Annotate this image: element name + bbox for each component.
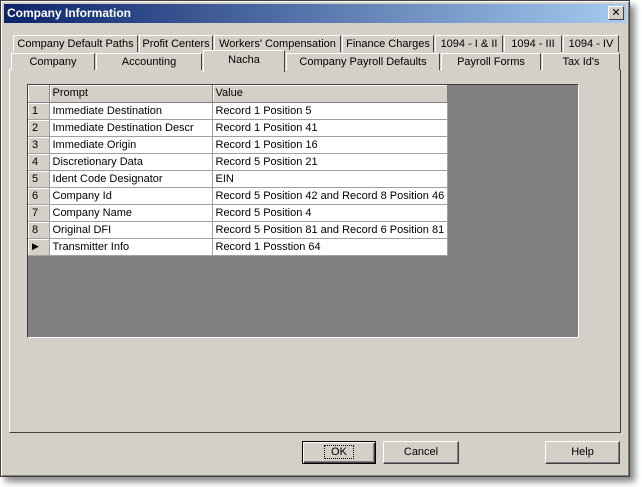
table-row[interactable]: 6 Company Id Record 5 Position 42 and Re… <box>28 187 449 205</box>
close-icon: ✕ <box>611 7 621 19</box>
prompt-cell[interactable]: Company Id <box>49 187 213 205</box>
value-cell[interactable]: Record 5 Position 21 <box>212 153 449 171</box>
prompt-cell[interactable]: Immediate Destination <box>49 102 213 120</box>
table-row[interactable]: 3 Immediate Origin Record 1 Position 16 <box>28 136 449 154</box>
row-number[interactable]: 6 <box>28 187 50 205</box>
table-row[interactable]: 5 Ident Code Designator EIN <box>28 170 449 188</box>
tab-1094-iv[interactable]: 1094 - IV <box>563 35 619 52</box>
tab-profit-centers[interactable]: Profit Centers <box>139 35 213 52</box>
tab-nacha[interactable]: Nacha <box>203 50 285 72</box>
grid-header-row: Prompt Value <box>28 85 449 103</box>
tab-company-default-paths[interactable]: Company Default Paths <box>13 35 138 52</box>
table-row-current[interactable]: ▶ Transmitter Info Record 1 Posstion 64 <box>28 238 449 256</box>
tab-row-back: Company Default Paths Profit Centers Wor… <box>9 35 621 52</box>
ok-button[interactable]: OK <box>302 441 376 464</box>
prompt-cell[interactable]: Discretionary Data <box>49 153 213 171</box>
tab-company[interactable]: Company <box>11 53 95 70</box>
row-number[interactable]: 4 <box>28 153 50 171</box>
prompt-cell[interactable]: Company Name <box>49 204 213 222</box>
grid-corner-cell <box>28 85 50 103</box>
table-row[interactable]: 7 Company Name Record 5 Position 4 <box>28 204 449 222</box>
tab-payroll-forms[interactable]: Payroll Forms <box>441 53 541 70</box>
nacha-tab-panel: Prompt Value 1 Immediate Destination Rec… <box>9 69 621 433</box>
value-cell[interactable]: Record 1 Position 16 <box>212 136 449 154</box>
tab-accounting[interactable]: Accounting <box>96 53 202 70</box>
prompt-cell[interactable]: Original DFI <box>49 221 213 239</box>
tab-tax-ids[interactable]: Tax Id's <box>542 53 620 70</box>
cancel-button[interactable]: Cancel <box>383 441 459 464</box>
tab-1094-iii[interactable]: 1094 - III <box>504 35 562 52</box>
table-row[interactable]: 8 Original DFI Record 5 Position 81 and … <box>28 221 449 239</box>
value-cell[interactable]: Record 1 Position 5 <box>212 102 449 120</box>
column-header-prompt[interactable]: Prompt <box>49 85 213 103</box>
tab-finance-charges[interactable]: Finance Charges <box>342 35 434 52</box>
value-cell[interactable]: Record 1 Position 41 <box>212 119 449 137</box>
column-header-value[interactable]: Value <box>212 85 449 103</box>
table-row[interactable]: 1 Immediate Destination Record 1 Positio… <box>28 102 449 120</box>
company-information-dialog: Company Information ✕ Company Default Pa… <box>0 0 630 477</box>
value-cell[interactable]: Record 5 Position 81 and Record 6 Positi… <box>212 221 449 239</box>
value-cell[interactable]: Record 1 Posstion 64 <box>212 238 449 256</box>
value-cell[interactable]: Record 5 Position 4 <box>212 204 449 222</box>
prompt-cell[interactable]: Ident Code Designator <box>49 170 213 188</box>
nacha-grid-area: Prompt Value 1 Immediate Destination Rec… <box>27 84 579 338</box>
close-button[interactable]: ✕ <box>608 6 624 20</box>
row-number[interactable]: 3 <box>28 136 50 154</box>
tab-row-front: Company Accounting Nacha Company Payroll… <box>9 50 621 72</box>
nacha-grid: Prompt Value 1 Immediate Destination Rec… <box>28 85 449 256</box>
window-title: Company Information <box>7 6 132 20</box>
row-number[interactable]: 7 <box>28 204 50 222</box>
row-number[interactable]: 1 <box>28 102 50 120</box>
table-row[interactable]: 2 Immediate Destination Descr Record 1 P… <box>28 119 449 137</box>
row-number[interactable]: 2 <box>28 119 50 137</box>
tab-1094-i-ii[interactable]: 1094 - I & II <box>435 35 503 52</box>
prompt-cell[interactable]: Immediate Destination Descr <box>49 119 213 137</box>
row-number[interactable]: 8 <box>28 221 50 239</box>
row-number[interactable]: 5 <box>28 170 50 188</box>
title-bar: Company Information ✕ <box>4 4 626 23</box>
value-cell[interactable]: EIN <box>212 170 449 188</box>
help-button[interactable]: Help <box>545 441 620 464</box>
value-cell[interactable]: Record 5 Position 42 and Record 8 Positi… <box>212 187 449 205</box>
tab-company-payroll-defaults[interactable]: Company Payroll Defaults <box>286 53 440 70</box>
prompt-cell[interactable]: Transmitter Info <box>49 238 213 256</box>
prompt-cell[interactable]: Immediate Origin <box>49 136 213 154</box>
current-row-arrow-icon[interactable]: ▶ <box>28 238 50 256</box>
table-row[interactable]: 4 Discretionary Data Record 5 Position 2… <box>28 153 449 171</box>
